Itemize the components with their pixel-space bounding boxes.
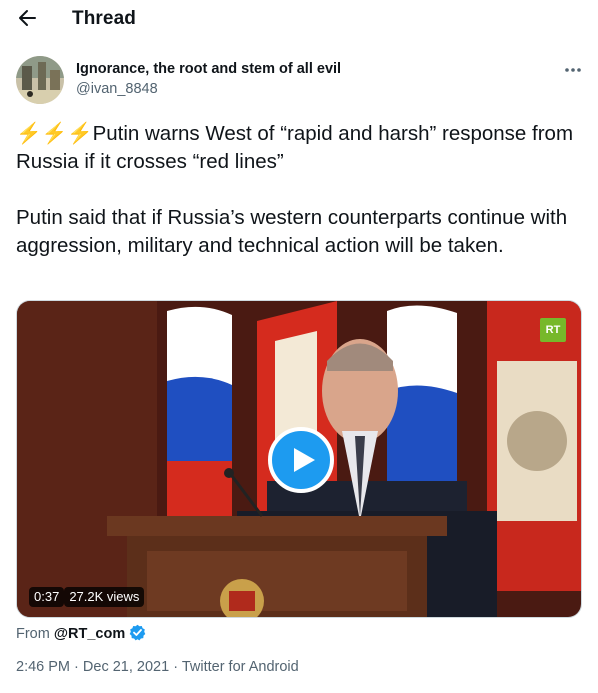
meta-separator: ·	[173, 659, 179, 675]
tweet-line-1: Putin warns West of “rapid and harsh” re…	[16, 122, 574, 173]
play-button[interactable]	[268, 427, 334, 493]
source-account-link[interactable]: @RT_com	[54, 626, 125, 642]
rt-logo: RT	[540, 318, 566, 342]
verified-badge-icon	[129, 624, 146, 641]
video-source: From @RT_com	[16, 624, 146, 642]
play-icon	[294, 448, 315, 472]
video-player[interactable]: RT 0:37 27.2K views	[16, 300, 582, 618]
tweet-date[interactable]: Dec 21, 2021	[83, 659, 169, 675]
author-handle[interactable]: @ivan_8848	[76, 81, 158, 97]
thread-header: Thread	[0, 0, 598, 36]
avatar[interactable]	[16, 56, 64, 104]
arrow-left-icon[interactable]	[17, 8, 37, 28]
tweet-text: ⚡⚡⚡Putin warns West of “rapid and harsh”…	[16, 120, 588, 260]
flag-far-right	[487, 301, 581, 591]
page-title: Thread	[72, 8, 136, 29]
tweet-time[interactable]: 2:46 PM	[16, 659, 70, 675]
tweet-meta: 2:46 PM · Dec 21, 2021 · Twitter for And…	[16, 659, 299, 675]
video-duration: 0:37	[29, 587, 65, 607]
video-info: 0:37 27.2K views	[29, 587, 145, 607]
tweet-line-2: Putin said that if Russia’s western coun…	[16, 206, 568, 257]
lightning-emoji: ⚡⚡⚡	[16, 122, 93, 145]
more-horizontal-icon[interactable]	[562, 60, 584, 80]
tweet-client[interactable]: Twitter for Android	[182, 659, 299, 675]
author-name[interactable]: Ignorance, the root and stem of all evil	[76, 61, 341, 77]
flag-left	[167, 306, 232, 541]
source-prefix: From	[16, 626, 50, 642]
meta-separator: ·	[74, 659, 79, 675]
video-views: 27.2K views	[64, 587, 145, 607]
